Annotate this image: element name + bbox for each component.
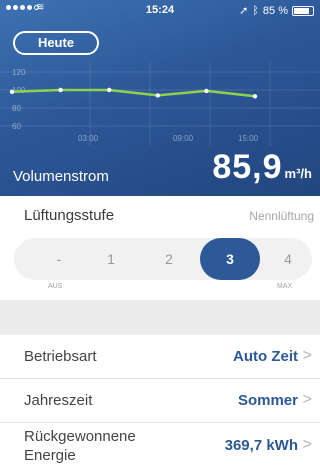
data-point-2 xyxy=(107,87,112,93)
volume-flow-label: Volumenstrom xyxy=(13,168,109,185)
ventilation-mode: Nennlüftung xyxy=(249,209,314,223)
recovered-energy-row[interactable]: Rückgewonnene Energie 369,7 kWh > xyxy=(0,423,320,468)
series-line xyxy=(10,88,257,98)
level-min-label: AUS xyxy=(48,283,63,290)
data-point-0 xyxy=(9,89,15,95)
recovered-energy-value: 369,7 kWh xyxy=(224,437,298,454)
section-divider xyxy=(0,300,320,335)
data-point-3 xyxy=(155,93,160,98)
level-option-1[interactable]: 1 xyxy=(81,238,141,280)
volume-flow-value: 85,9 m³/h xyxy=(212,148,312,187)
chevron-right-icon: > xyxy=(302,436,312,453)
level-option-off[interactable]: - xyxy=(29,238,89,280)
volume-flow-unit: m³/h xyxy=(284,166,312,181)
chevron-right-icon: > xyxy=(302,391,312,408)
level-max-label: MAX xyxy=(277,283,293,290)
volume-flow-number: 85,9 xyxy=(212,148,283,186)
season-label: Jahreszeit xyxy=(24,392,93,409)
ventilation-level-selector[interactable]: - 1 2 3 4 xyxy=(14,238,312,280)
data-point-4 xyxy=(204,88,209,94)
level-option-4[interactable]: 4 xyxy=(258,238,318,280)
header-panel: ≋ 15:24 ➚ ᛒ 85 % Heute 120 100 80 60 03:… xyxy=(0,0,320,196)
data-point-5 xyxy=(252,94,258,99)
data-point-1 xyxy=(58,87,63,93)
recovered-energy-label-line2: Energie xyxy=(24,447,76,464)
season-row[interactable]: Jahreszeit Sommer > xyxy=(0,379,320,423)
level-option-2[interactable]: 2 xyxy=(139,238,199,280)
operating-mode-row[interactable]: Betriebsart Auto Zeit > xyxy=(0,335,320,379)
ventilation-level-title: Lüftungsstufe xyxy=(24,207,115,224)
recovered-energy-label-line1: Rückgewonnene xyxy=(24,428,136,445)
season-value: Sommer xyxy=(237,392,298,409)
chevron-right-icon: > xyxy=(302,347,312,364)
operating-mode-label: Betriebsart xyxy=(24,348,97,365)
level-option-3[interactable]: 3 xyxy=(200,238,260,280)
operating-mode-value: Auto Zeit xyxy=(233,348,298,365)
